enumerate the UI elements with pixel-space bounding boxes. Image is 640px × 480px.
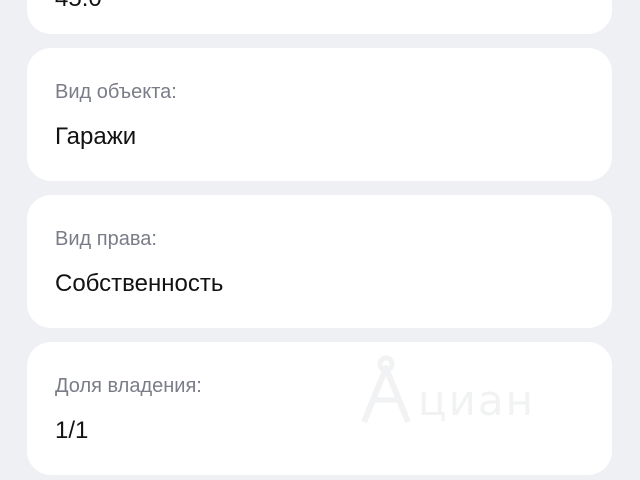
card-value: 45.0: [55, 0, 102, 14]
info-card-ownership-share: Доля владения: 1/1: [27, 342, 612, 475]
card-label: Вид права:: [55, 228, 157, 250]
card-value: Гаражи: [55, 123, 137, 150]
card-label: Доля владения:: [55, 375, 202, 397]
info-card-object-type: Вид объекта: Гаражи: [27, 48, 612, 181]
page: 45.0 Вид объекта: Гаражи Вид права: Собс…: [0, 0, 640, 480]
info-card-right-type: Вид права: Собственность: [27, 195, 612, 328]
info-card-partial: 45.0: [27, 0, 612, 34]
card-value: 1/1: [55, 417, 89, 444]
card-label: Вид объекта:: [55, 81, 177, 103]
card-value: Собственность: [55, 270, 224, 297]
